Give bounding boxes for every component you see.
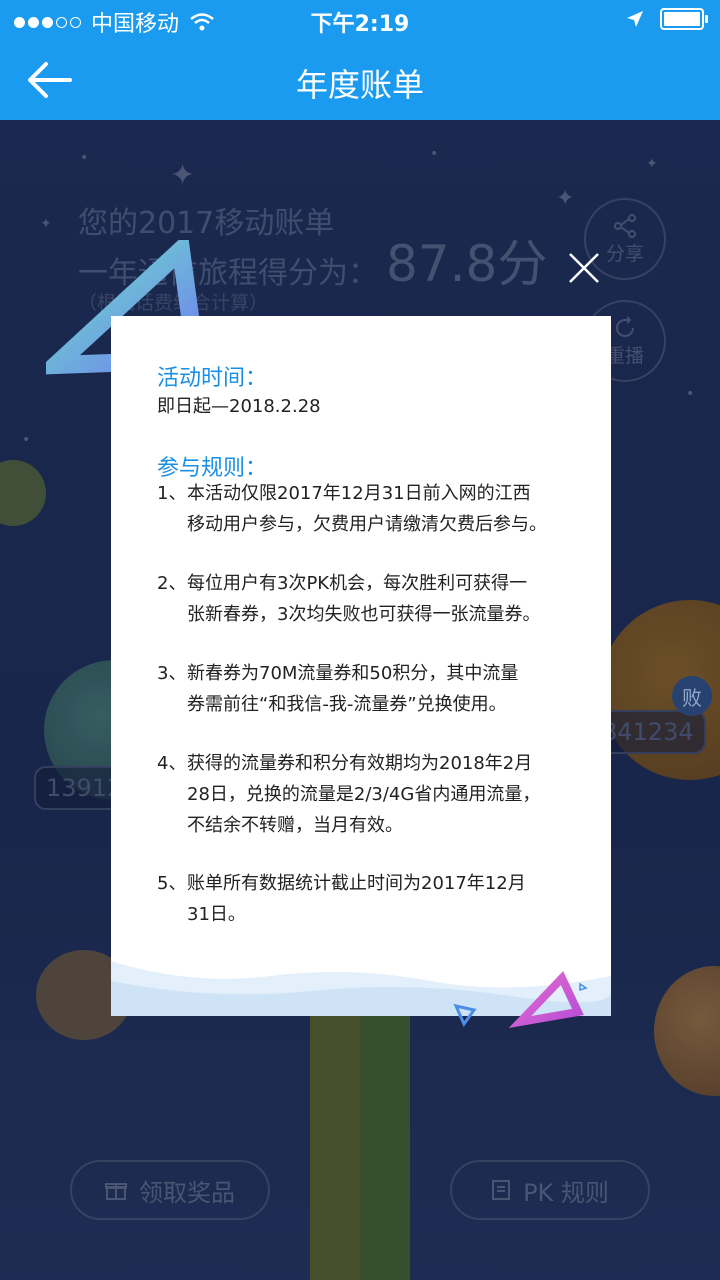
- rule-line: 获得的流量券和积分有效期均为2018年2月: [187, 753, 533, 774]
- rule-number: 2、: [157, 573, 187, 594]
- rule-line: 移动用户参与，欠费用户请缴清欠费后参与。: [187, 514, 547, 535]
- status-bar: 中国移动 下午2:19: [0, 0, 720, 40]
- rule-number: 1、: [157, 483, 187, 504]
- clock: 下午2:19: [310, 12, 410, 37]
- rule-item: 4、 获得的流量券和积分有效期均为2018年2月 28日，兑换的流量是2/3/4G…: [157, 748, 587, 841]
- rule-line: 新春券为70M流量券和50积分，其中流量: [187, 663, 519, 684]
- battery-icon: [660, 8, 708, 30]
- rule-line: 31日。: [187, 904, 246, 925]
- rule-item: 1、 本活动仅限2017年12月31日前入网的江西 移动用户参与，欠费用户请缴清欠…: [157, 478, 587, 540]
- rule-line: 每位用户有3次PK机会，每次胜利可获得一: [187, 573, 528, 594]
- close-icon[interactable]: [566, 250, 602, 286]
- rule-item: 3、 新春券为70M流量券和50积分，其中流量 券需前往“和我信-我-流量券”兑换…: [157, 658, 587, 720]
- rule-item: 2、 每位用户有3次PK机会，每次胜利可获得一 张新春券，3次均失败也可获得一张流…: [157, 568, 587, 630]
- rule-line: 本活动仅限2017年12月31日前入网的江西: [187, 483, 531, 504]
- activity-time-title: 活动时间：: [157, 366, 268, 391]
- rule-number: 5、: [157, 873, 187, 894]
- rule-line: 不结余不转赠，当月有效。: [187, 815, 403, 836]
- triangle-decoration-icon: [453, 971, 588, 1028]
- rule-number: 3、: [157, 663, 187, 684]
- rule-number: 4、: [157, 753, 187, 774]
- rule-line: 账单所有数据统计截止时间为2017年12月: [187, 873, 526, 894]
- rule-item: 5、 账单所有数据统计截止时间为2017年12月 31日。: [157, 868, 587, 930]
- location-arrow-icon: [627, 11, 643, 27]
- rule-line: 张新春券，3次均失败也可获得一张流量券。: [187, 604, 541, 625]
- activity-time-value: 即日起—2018.2.28: [157, 396, 321, 417]
- rule-line: 券需前往“和我信-我-流量券”兑换使用。: [187, 694, 507, 715]
- nav-bar: 年度账单: [0, 40, 720, 120]
- page-title: 年度账单: [295, 66, 424, 104]
- rules-modal: 活动时间： 即日起—2018.2.28 参与规则： 1、 本活动仅限2017年1…: [111, 316, 611, 1016]
- rule-line: 28日，兑换的流量是2/3/4G省内通用流量，: [187, 784, 541, 805]
